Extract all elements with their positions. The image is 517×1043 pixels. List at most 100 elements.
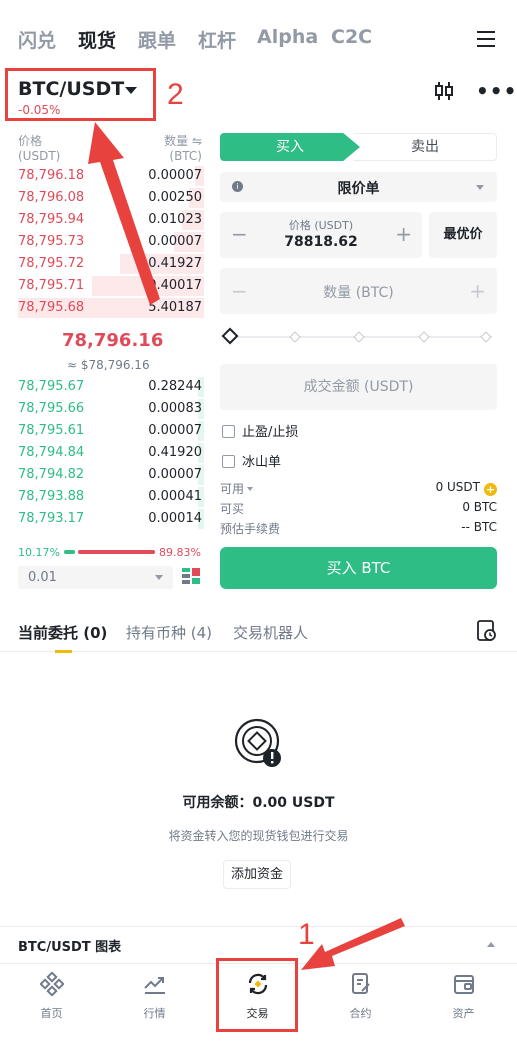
fee-label: 预估手续费 bbox=[220, 522, 281, 536]
top-tab-alpha[interactable]: Alpha bbox=[257, 26, 318, 48]
transfer-hint: 将资金转入您的现货钱包进行交易 bbox=[168, 829, 349, 843]
buy-btc-button[interactable]: 买入 BTC bbox=[220, 547, 497, 589]
top-tab-c2c[interactable]: C2C bbox=[331, 26, 372, 48]
ask-qty: 0.41927 bbox=[148, 256, 202, 271]
annotation-box-pair bbox=[5, 68, 156, 121]
bid-row[interactable]: 78,795.61 0.00007 bbox=[18, 420, 204, 442]
empty-orders-icon bbox=[234, 718, 281, 767]
available-label[interactable]: 可用 bbox=[220, 480, 254, 497]
bid-price: 78,795.67 bbox=[18, 379, 85, 394]
bid-qty: 0.00007 bbox=[148, 423, 202, 438]
ask-qty: 5.40187 bbox=[148, 300, 202, 315]
amount-slider[interactable] bbox=[221, 327, 492, 345]
iceberg-checkbox[interactable]: 冰山单 bbox=[222, 451, 281, 470]
available-value: 0 USDT + bbox=[435, 480, 497, 496]
buy-ratio-bar bbox=[64, 550, 75, 554]
quantity-input[interactable]: − 数量 (BTC) + bbox=[220, 268, 497, 314]
bid-qty: 0.00083 bbox=[148, 401, 202, 416]
precision-select[interactable]: 0.01 bbox=[18, 566, 173, 589]
tab-trading-bots[interactable]: 交易机器人 bbox=[233, 622, 308, 643]
caret-up-icon[interactable] bbox=[487, 942, 495, 947]
nav-assets-label: 资产 bbox=[452, 1007, 475, 1020]
caret-down-icon bbox=[155, 575, 163, 580]
slider-step-25[interactable] bbox=[289, 331, 301, 343]
best-price-button[interactable]: 最优价 bbox=[429, 212, 497, 258]
ask-qty: 0.00007 bbox=[148, 168, 202, 183]
candlestick-icon[interactable] bbox=[434, 80, 454, 102]
bid-row[interactable]: 78,795.67 0.28244 bbox=[18, 376, 204, 398]
top-tab-copy-trading[interactable]: 跟单 bbox=[138, 26, 176, 53]
active-tab-indicator bbox=[55, 650, 72, 653]
bid-row[interactable]: 78,793.88 0.00041 bbox=[18, 486, 204, 508]
nav-home-label: 首页 bbox=[40, 1007, 63, 1020]
quantity-placeholder: 数量 (BTC) bbox=[323, 285, 394, 301]
bid-qty: 0.00041 bbox=[148, 489, 202, 504]
ask-row[interactable]: 78,796.18 0.00007 bbox=[18, 165, 204, 187]
order-history-icon[interactable] bbox=[477, 620, 497, 642]
sell-tab[interactable]: 卖出 bbox=[353, 133, 497, 161]
buy-tab[interactable]: 买入 bbox=[220, 133, 360, 161]
nav-assets[interactable]: 资产 bbox=[412, 964, 515, 1034]
order-type-select[interactable]: i 限价单 bbox=[220, 172, 497, 202]
nav-home[interactable]: 首页 bbox=[0, 964, 103, 1034]
slider-thumb[interactable] bbox=[221, 327, 239, 345]
add-funds-icon[interactable]: + bbox=[484, 483, 497, 496]
markets-icon bbox=[144, 977, 165, 994]
bid-row[interactable]: 78,793.17 0.00014 bbox=[18, 508, 204, 530]
menu-icon[interactable] bbox=[477, 31, 495, 47]
ask-row[interactable]: 78,795.94 0.01023 bbox=[18, 209, 204, 231]
nav-markets-label: 行情 bbox=[143, 1007, 166, 1020]
nav-futures[interactable]: 合约 bbox=[309, 964, 412, 1034]
sell-ratio: 89.83% bbox=[159, 546, 201, 559]
checkbox-icon[interactable] bbox=[222, 425, 235, 438]
ask-price: 78,795.71 bbox=[18, 278, 85, 293]
bid-qty: 0.41920 bbox=[148, 445, 202, 460]
checkbox-icon[interactable] bbox=[222, 455, 235, 468]
caret-down-icon bbox=[247, 487, 254, 491]
buy-ratio: 10.17% bbox=[18, 546, 60, 559]
slider-step-50[interactable] bbox=[353, 331, 365, 343]
bid-row[interactable]: 78,795.66 0.00083 bbox=[18, 398, 204, 420]
ask-price: 78,795.94 bbox=[18, 212, 85, 227]
price-input[interactable]: − 价格 (USDT) 78818.62 + bbox=[220, 212, 422, 258]
slider-step-75[interactable] bbox=[418, 331, 430, 343]
bid-row[interactable]: 78,794.82 0.00007 bbox=[18, 464, 204, 486]
tp-sl-checkbox[interactable]: 止盈/止损 bbox=[222, 421, 298, 440]
bid-qty: 0.28244 bbox=[148, 379, 202, 394]
total-input[interactable]: 成交金额 (USDT) bbox=[220, 364, 497, 410]
nav-markets[interactable]: 行情 bbox=[103, 964, 206, 1034]
price-input-value[interactable]: 78818.62 bbox=[220, 234, 422, 250]
bid-qty: 0.00014 bbox=[148, 511, 202, 526]
ask-row[interactable]: 78,796.08 0.00250 bbox=[18, 187, 204, 209]
ask-row[interactable]: 78,795.71 0.40017 bbox=[18, 275, 204, 297]
ask-price: 78,795.68 bbox=[18, 300, 85, 315]
top-tab-convert[interactable]: 闪兑 bbox=[18, 26, 56, 53]
ask-price: 78,795.73 bbox=[18, 234, 85, 249]
bid-price: 78,794.82 bbox=[18, 467, 85, 482]
iceberg-label: 冰山单 bbox=[242, 455, 282, 470]
bid-row[interactable]: 78,794.84 0.41920 bbox=[18, 442, 204, 464]
plus-icon[interactable]: + bbox=[469, 279, 486, 303]
sell-ratio-bar bbox=[78, 550, 155, 554]
top-tab-margin[interactable]: 杠杆 bbox=[198, 26, 236, 53]
add-funds-button[interactable]: 添加资金 bbox=[223, 860, 291, 889]
ask-qty: 0.40017 bbox=[148, 278, 202, 293]
price-input-label: 价格 (USDT) bbox=[288, 219, 354, 232]
orderbook-layout-icon[interactable] bbox=[182, 568, 200, 586]
top-tab-spot[interactable]: 现货 bbox=[78, 26, 116, 53]
slider-step-100[interactable] bbox=[480, 331, 492, 343]
caret-down-icon bbox=[476, 185, 484, 190]
ask-row[interactable]: 78,795.68 5.40187 bbox=[18, 297, 204, 319]
tab-holdings[interactable]: 持有币种 (4) bbox=[126, 622, 212, 643]
ask-row[interactable]: 78,795.73 0.00007 bbox=[18, 231, 204, 253]
last-price: 78,796.16 bbox=[62, 330, 164, 351]
bid-price: 78,795.66 bbox=[18, 401, 85, 416]
order-tabs: 当前委托 (0) 持有币种 (4) 交易机器人 bbox=[0, 612, 517, 653]
ask-price: 78,796.08 bbox=[18, 190, 85, 205]
plus-icon[interactable]: + bbox=[395, 222, 412, 246]
tab-open-orders[interactable]: 当前委托 (0) bbox=[18, 622, 107, 643]
more-icon[interactable]: ••• bbox=[476, 81, 517, 101]
ask-row[interactable]: 78,795.72 0.41927 bbox=[18, 253, 204, 275]
chart-title: BTC/USDT 图表 bbox=[18, 940, 122, 955]
orderbook-qty-header[interactable]: 数量 ⇋ (BTC) bbox=[150, 134, 202, 164]
